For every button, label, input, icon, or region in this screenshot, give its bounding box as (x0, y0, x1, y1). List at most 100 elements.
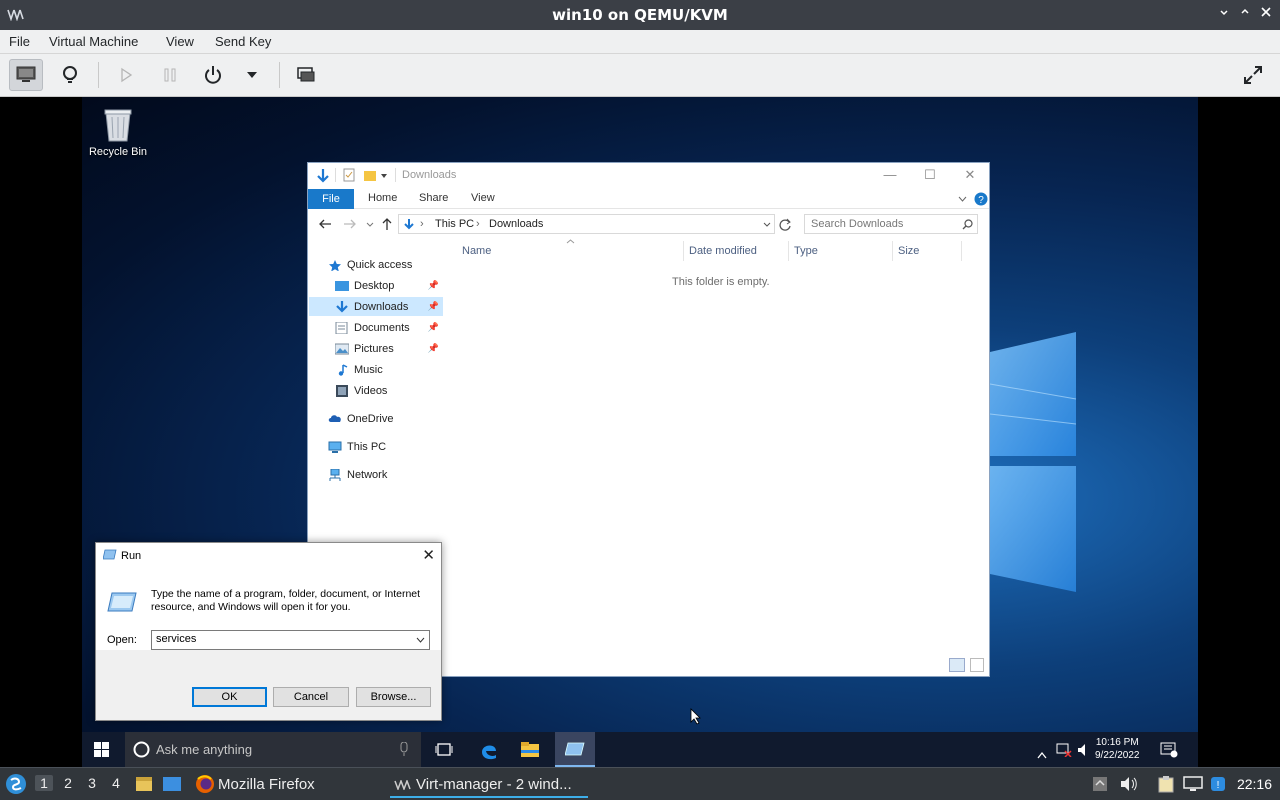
nav-this-pc-label: This PC (347, 440, 387, 453)
windows-clock[interactable]: 10:16 PM 9/22/2022 (1095, 736, 1140, 762)
fullscreen-switch-button[interactable] (289, 59, 323, 91)
minimize-icon[interactable] (1216, 6, 1232, 22)
ribbon-expand-icon[interactable] (958, 196, 967, 202)
file-manager-icon[interactable] (135, 775, 153, 798)
nav-documents[interactable]: Documents 📌 (335, 318, 443, 337)
action-center-icon[interactable] (1160, 742, 1178, 762)
column-date-modified[interactable]: Date modified (689, 245, 757, 257)
show-desktop-icon[interactable] (162, 775, 182, 798)
explorer-maximize-icon[interactable]: ☐ (915, 167, 945, 183)
explorer-title: Downloads (402, 169, 457, 181)
menu-file[interactable]: File (9, 34, 30, 49)
tray-notifications-icon[interactable]: ! (1210, 776, 1226, 797)
task-view-icon[interactable] (435, 742, 453, 761)
recent-locations-icon[interactable] (366, 222, 374, 227)
recycle-bin-icon (104, 109, 132, 142)
maximize-icon[interactable] (1237, 6, 1253, 22)
large-icons-view-toggle-icon[interactable] (970, 658, 984, 672)
details-view-button[interactable] (53, 59, 87, 91)
column-name[interactable]: Name (462, 245, 491, 257)
edge-icon[interactable] (479, 740, 499, 764)
cortana-search-box[interactable]: Ask me anything (125, 732, 421, 767)
nav-downloads[interactable]: Downloads 📌 (309, 297, 443, 316)
run-button[interactable] (109, 59, 143, 91)
nav-onedrive[interactable]: OneDrive (328, 409, 443, 428)
explorer-search-input[interactable]: Search Downloads (804, 214, 978, 234)
nav-pictures[interactable]: Pictures 📌 (335, 339, 443, 358)
details-view-toggle-icon[interactable] (949, 658, 965, 672)
virt-manager-task-button[interactable]: Virt-manager - 2 wind... (390, 771, 588, 798)
windows-start-icon[interactable] (94, 742, 109, 761)
qat-dropdown-icon[interactable] (380, 173, 388, 179)
network-icon[interactable] (1056, 742, 1072, 761)
column-type[interactable]: Type (794, 245, 818, 257)
ribbon-tab-file[interactable]: File (308, 189, 354, 209)
forward-arrow-icon[interactable] (343, 218, 357, 230)
pin-icon[interactable]: 📌 (428, 322, 439, 333)
back-arrow-icon[interactable] (318, 218, 332, 230)
nav-desktop[interactable]: Desktop 📌 (335, 276, 443, 295)
column-size[interactable]: Size (898, 245, 919, 257)
firefox-task-button[interactable]: Mozilla Firefox (192, 771, 377, 798)
nav-network[interactable]: Network (328, 465, 443, 484)
explorer-titlebar[interactable]: Downloads — ☐ ✕ (308, 163, 989, 189)
app-launcher-icon[interactable] (5, 773, 27, 800)
run-close-icon[interactable]: ✕ (422, 546, 435, 564)
virtual-desktop-3[interactable]: 3 (83, 775, 101, 791)
ribbon-tab-share[interactable]: Share (419, 192, 448, 204)
run-dialog[interactable]: Run ✕ Type the name of a program, folder… (95, 542, 442, 721)
up-arrow-icon[interactable] (381, 217, 393, 231)
help-icon[interactable]: ? (974, 192, 988, 206)
virtual-desktop-1[interactable]: 1 (35, 775, 53, 791)
tray-clipboard-icon[interactable] (1158, 775, 1174, 798)
explorer-close-icon[interactable]: ✕ (955, 167, 985, 183)
recycle-bin-shortcut[interactable]: Recycle Bin (86, 105, 150, 158)
new-folder-icon[interactable] (363, 168, 377, 182)
tray-display-icon[interactable] (1183, 776, 1203, 797)
menu-virtual-machine[interactable]: Virtual Machine (49, 34, 138, 49)
explorer-minimize-icon[interactable]: — (875, 167, 905, 182)
address-bar[interactable]: › This PC › Downloads (398, 214, 775, 234)
virtual-desktop-4[interactable]: 4 (107, 775, 125, 791)
nav-videos-label: Videos (354, 384, 388, 397)
pause-button[interactable] (153, 59, 187, 91)
open-dropdown-icon[interactable] (416, 637, 425, 643)
ribbon-tab-home[interactable]: Home (368, 192, 397, 204)
run-taskbar-button[interactable] (555, 732, 595, 767)
open-input[interactable]: services (151, 630, 430, 650)
fullscreen-button[interactable] (1236, 59, 1270, 91)
console-view-button[interactable] (9, 59, 43, 91)
address-dropdown-icon[interactable] (763, 222, 771, 227)
close-icon[interactable] (1258, 6, 1274, 22)
volume-icon[interactable] (1077, 742, 1091, 761)
host-clock[interactable]: 22:16 (1237, 776, 1272, 792)
nav-videos[interactable]: Videos (335, 381, 443, 400)
refresh-icon[interactable] (779, 218, 792, 231)
ok-button[interactable]: OK (192, 687, 267, 707)
tray-updates-icon[interactable] (1092, 776, 1108, 797)
microphone-icon[interactable] (399, 742, 409, 757)
cancel-button[interactable]: Cancel (273, 687, 349, 707)
nav-this-pc[interactable]: This PC (328, 437, 443, 456)
shutdown-button[interactable] (196, 59, 230, 91)
pin-icon[interactable]: 📌 (428, 301, 439, 312)
menu-send-key[interactable]: Send Key (215, 34, 271, 49)
pause-icon (164, 68, 176, 82)
windows-wallpaper-logo (989, 332, 1077, 592)
breadcrumb-this-pc[interactable]: This PC (435, 218, 474, 230)
pin-icon[interactable]: 📌 (428, 343, 439, 354)
virtual-desktop-2[interactable]: 2 (59, 775, 77, 791)
ribbon-tab-view[interactable]: View (471, 192, 495, 204)
nav-music[interactable]: Music (335, 360, 443, 379)
shutdown-menu-button[interactable] (235, 59, 269, 91)
browse-button[interactable]: Browse... (356, 687, 431, 707)
menu-view[interactable]: View (166, 34, 194, 49)
show-hidden-icons-icon[interactable] (1037, 744, 1047, 763)
search-placeholder: Search Downloads (811, 218, 904, 230)
nav-quick-access[interactable]: Quick access (328, 255, 443, 274)
tray-volume-icon[interactable] (1120, 776, 1138, 797)
properties-icon[interactable] (343, 168, 356, 182)
breadcrumb-downloads[interactable]: Downloads (489, 218, 543, 230)
pin-icon[interactable]: 📌 (428, 280, 439, 291)
file-explorer-taskbar-icon[interactable] (520, 741, 540, 762)
